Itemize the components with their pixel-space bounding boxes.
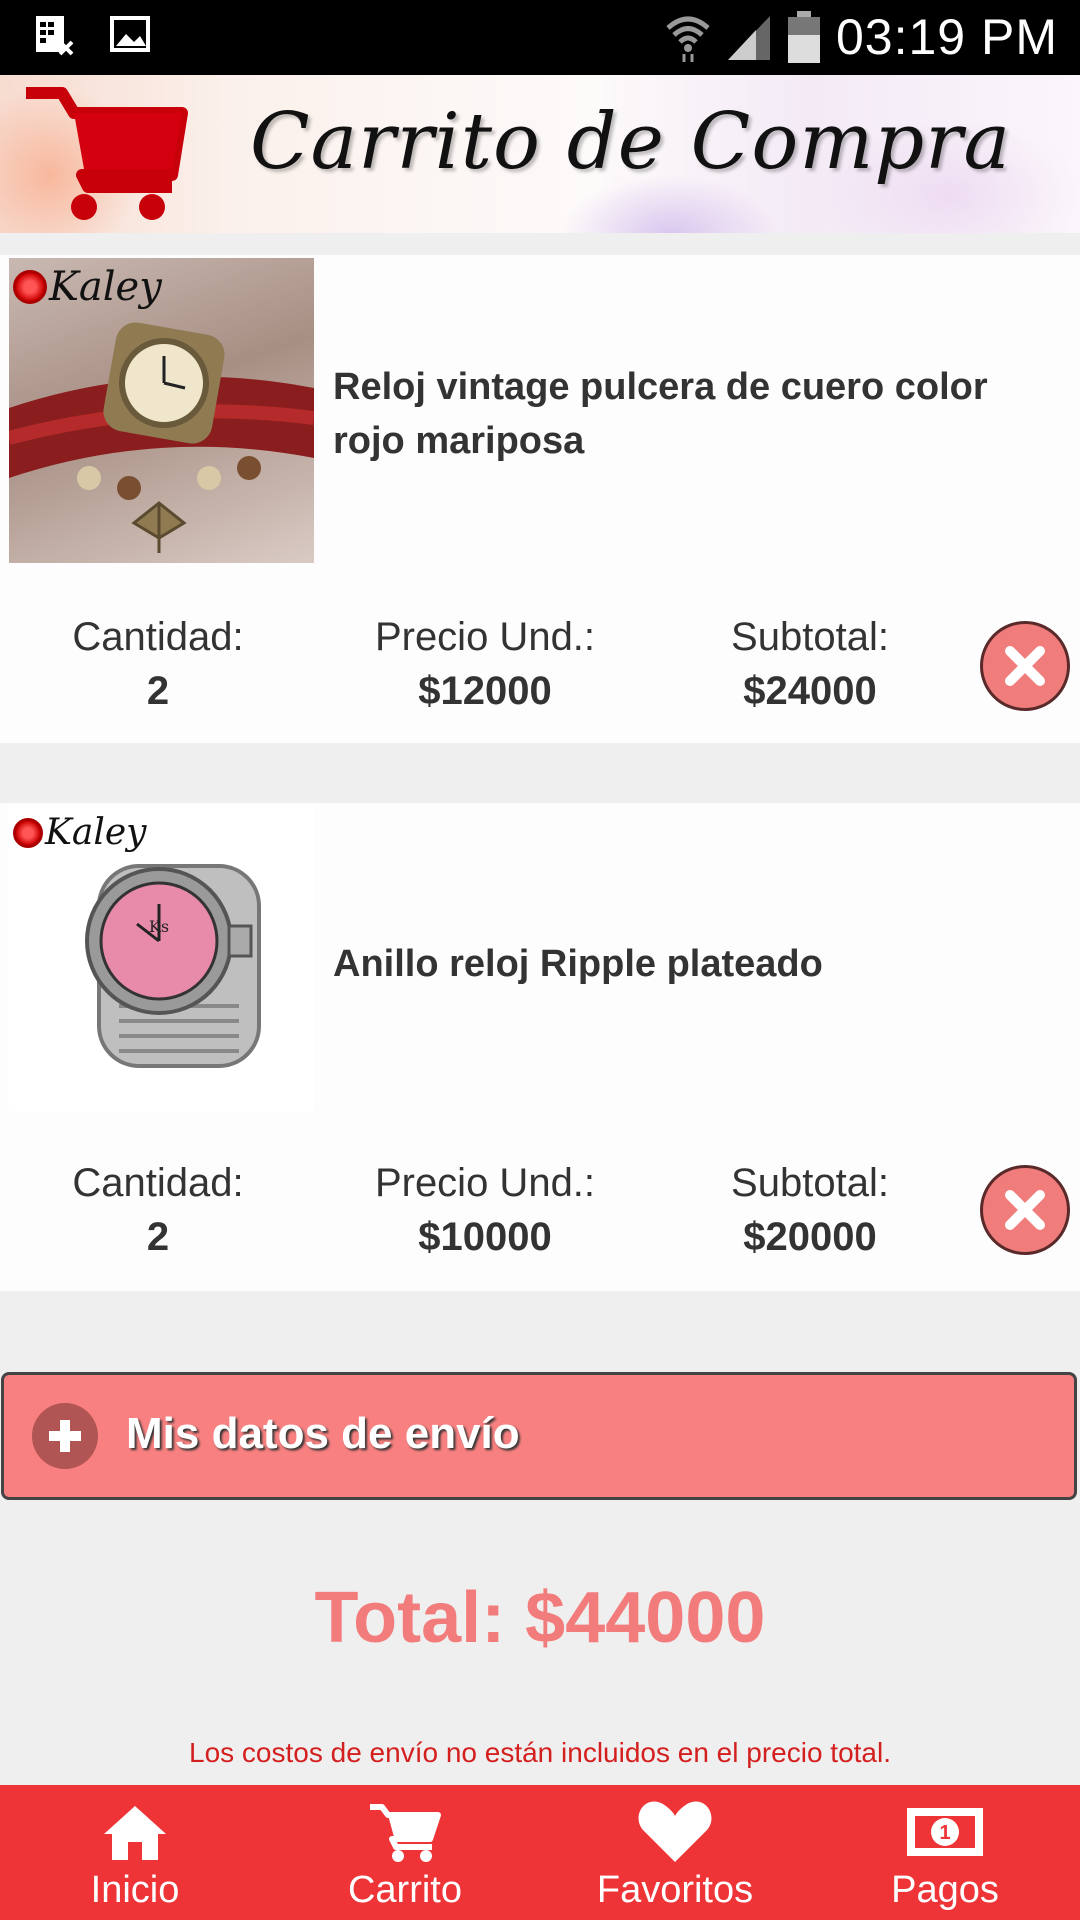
signal-icon xyxy=(726,12,772,62)
nav-label: Carrito xyxy=(347,1869,463,1911)
remove-item-button[interactable] xyxy=(980,1165,1070,1255)
cart-item: Ks Kaley Anillo reloj Ripple plateado Ca… xyxy=(0,803,1080,1291)
product-name[interactable]: Anillo reloj Ripple plateado xyxy=(333,937,1053,991)
shipping-data-label: Mis datos de envío xyxy=(126,1409,520,1458)
shipping-data-button[interactable]: Mis datos de envío xyxy=(1,1372,1077,1500)
subtotal-label: Subtotal: xyxy=(731,615,889,659)
page-title: Carrito de Compra xyxy=(250,97,1012,187)
nav-item-favoritos[interactable]: Favoritos xyxy=(540,1785,810,1920)
unit-price-value: $12000 xyxy=(418,669,552,713)
product-name[interactable]: Reloj vintage pulcera de cuero color roj… xyxy=(333,360,1053,468)
brand-logo: Kaley xyxy=(13,812,147,853)
close-icon xyxy=(1005,646,1045,686)
quantity-column: Cantidad: 2 xyxy=(8,1156,308,1264)
remove-item-button[interactable] xyxy=(980,621,1070,711)
quantity-value: 2 xyxy=(146,1215,170,1259)
nav-label: Favoritos xyxy=(596,1869,754,1911)
subtotal-column: Subtotal: $24000 xyxy=(660,610,960,718)
subtotal-column: Subtotal: $20000 xyxy=(660,1156,960,1264)
quantity-label: Cantidad: xyxy=(72,1161,244,1205)
unit-price-column: Precio Und.: $10000 xyxy=(335,1156,635,1264)
plus-icon xyxy=(32,1403,98,1469)
unit-price-column: Precio Und.: $12000 xyxy=(335,610,635,718)
subtotal-value: $20000 xyxy=(743,1215,877,1259)
subtotal-label: Subtotal: xyxy=(731,1161,889,1205)
cart-icon xyxy=(368,1799,442,1865)
wifi-icon xyxy=(664,12,712,62)
quantity-label: Cantidad: xyxy=(72,615,244,659)
nav-label: Inicio xyxy=(90,1869,180,1911)
product-image[interactable]: Kaley xyxy=(9,258,314,563)
order-total: Total: $44000 xyxy=(314,1578,766,1658)
heart-icon xyxy=(637,1799,713,1865)
cart-item: Kaley Reloj vintage pulcera de cuero col… xyxy=(0,255,1080,743)
nav-item-pagos[interactable]: 1 Pagos xyxy=(810,1785,1080,1920)
status-time: 03:19 PM xyxy=(835,9,1058,65)
svg-text:1: 1 xyxy=(939,1822,950,1844)
nav-label: Pagos xyxy=(891,1869,999,1911)
status-bar: 03:19 PM xyxy=(0,0,1080,75)
product-image[interactable]: Ks Kaley xyxy=(9,806,314,1111)
unit-price-value: $10000 xyxy=(418,1215,552,1259)
image-icon xyxy=(110,14,150,58)
home-icon xyxy=(100,1799,170,1865)
shipping-note: Los costos de envío no están incluidos e… xyxy=(189,1737,891,1768)
battery-icon xyxy=(786,9,822,65)
brand-logo: Kaley xyxy=(13,264,162,310)
bottom-navigation: Inicio Carrito Favoritos 1 Pagos xyxy=(0,1785,1080,1920)
calculator-icon xyxy=(34,14,76,58)
nav-item-inicio[interactable]: Inicio xyxy=(0,1785,270,1920)
quantity-value: 2 xyxy=(146,669,170,713)
header-banner: Carrito de Compra xyxy=(0,75,1080,233)
close-icon xyxy=(1005,1190,1045,1230)
subtotal-value: $24000 xyxy=(743,669,877,713)
money-icon: 1 xyxy=(905,1799,985,1865)
unit-price-label: Precio Und.: xyxy=(374,615,596,659)
shopping-cart-icon xyxy=(22,83,192,228)
quantity-column: Cantidad: 2 xyxy=(8,610,308,718)
unit-price-label: Precio Und.: xyxy=(374,1161,596,1205)
nav-item-carrito[interactable]: Carrito xyxy=(270,1785,540,1920)
